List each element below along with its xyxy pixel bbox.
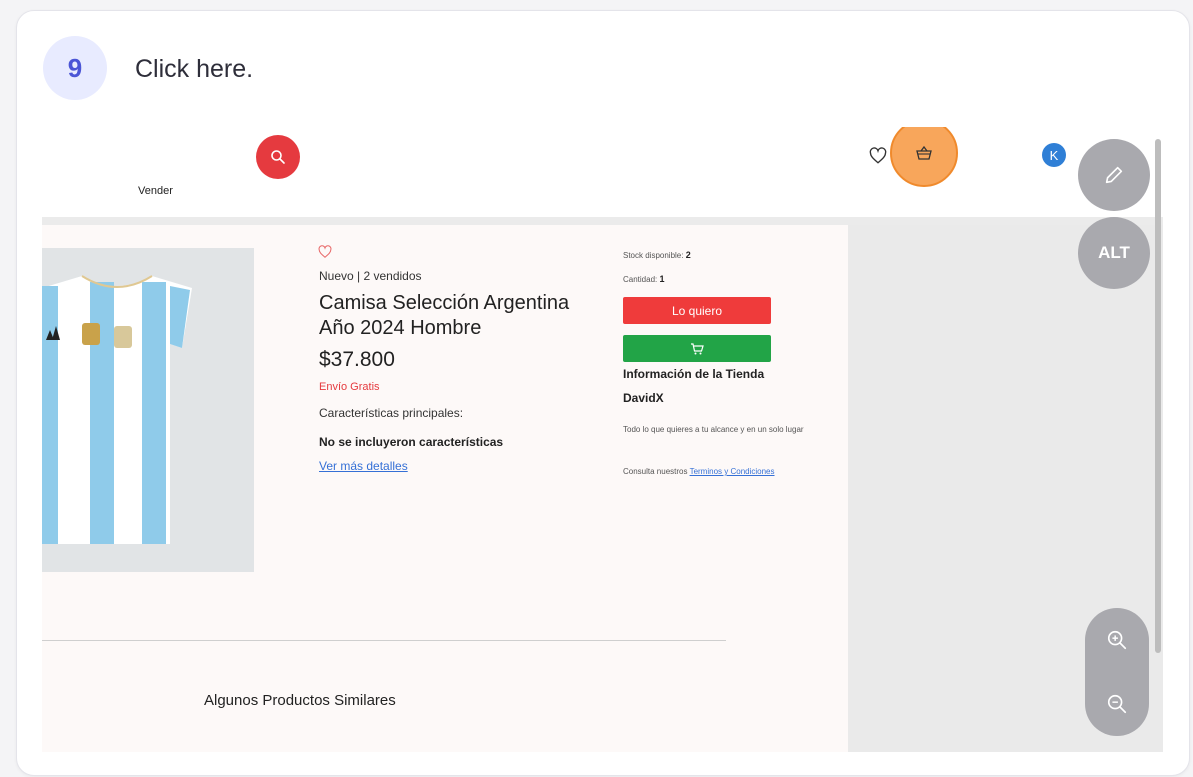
zoom-in-button[interactable]: [1085, 608, 1149, 672]
pencil-icon: [1105, 166, 1123, 184]
more-details-link[interactable]: Ver más detalles: [319, 459, 408, 473]
zoom-out-button[interactable]: [1085, 672, 1149, 736]
similar-products-heading: Algunos Productos Similares: [204, 692, 396, 709]
search-button[interactable]: [256, 135, 300, 179]
step-number-badge: 9: [43, 36, 107, 100]
shipping-label: Envío Gratis: [319, 381, 380, 393]
product-favorite-icon[interactable]: [318, 245, 332, 259]
jersey-illustration: [42, 275, 192, 544]
store-info-heading: Información de la Tienda: [623, 367, 765, 381]
product-image[interactable]: [42, 248, 254, 572]
product-condition: Nuevo | 2 vendidos: [319, 269, 422, 283]
quantity-label: Cantidad:: [623, 275, 658, 284]
zoom-in-icon: [1107, 630, 1127, 650]
buy-now-button[interactable]: Lo quiero: [623, 297, 771, 324]
zoom-out-icon: [1107, 694, 1127, 714]
scrollbar[interactable]: [1155, 139, 1161, 653]
add-to-cart-button[interactable]: [623, 335, 771, 362]
terms-link[interactable]: Terminos y Condiciones: [690, 467, 775, 476]
features-heading: Características principales:: [319, 406, 464, 420]
user-avatar[interactable]: K: [1042, 143, 1066, 167]
basket-icon: [916, 145, 932, 160]
no-features-text: No se incluyeron características: [319, 435, 504, 449]
search-icon: [271, 150, 285, 164]
terms-prefix: Consulta nuestros: [623, 467, 688, 476]
site-header: Vender K: [42, 127, 1163, 217]
screenshot-area: Vender K Nuevo | 2 vendidos Camisa Selec…: [42, 127, 1163, 752]
header-separator: [42, 217, 1163, 225]
store-terms: Consulta nuestros Terminos y Condiciones: [623, 467, 775, 476]
section-divider: [42, 640, 726, 641]
edit-button[interactable]: [1078, 139, 1150, 211]
cart-button-highlight[interactable]: [890, 127, 958, 187]
stock-label: Stock disponible:: [623, 251, 684, 260]
step-instruction: Click here.: [135, 55, 254, 83]
quantity-value: 1: [659, 274, 665, 284]
tutorial-step-card: 9 Click here. Vender K Nuevo | 2 vendido…: [16, 10, 1190, 776]
product-title: Camisa Selección Argentina Año 2024 Homb…: [319, 292, 570, 339]
alt-text-button[interactable]: ALT: [1078, 217, 1150, 289]
stock-info: Stock disponible: 2: [623, 250, 691, 260]
cart-icon: [691, 342, 704, 354]
buy-now-label: Lo quiero: [671, 303, 723, 318]
quantity-info[interactable]: Cantidad: 1: [623, 274, 665, 284]
store-description: Todo lo que quieres a tu alcance y en un…: [623, 425, 804, 434]
vender-link[interactable]: Vender: [138, 185, 173, 197]
product-panel: Nuevo | 2 vendidos Camisa Selección Arge…: [42, 225, 848, 752]
product-price: $37.800: [319, 348, 395, 371]
stock-value: 2: [685, 250, 691, 260]
store-name: DavidX: [623, 391, 664, 405]
favorites-heart-icon[interactable]: [869, 147, 887, 165]
zoom-controls: [1085, 608, 1149, 736]
